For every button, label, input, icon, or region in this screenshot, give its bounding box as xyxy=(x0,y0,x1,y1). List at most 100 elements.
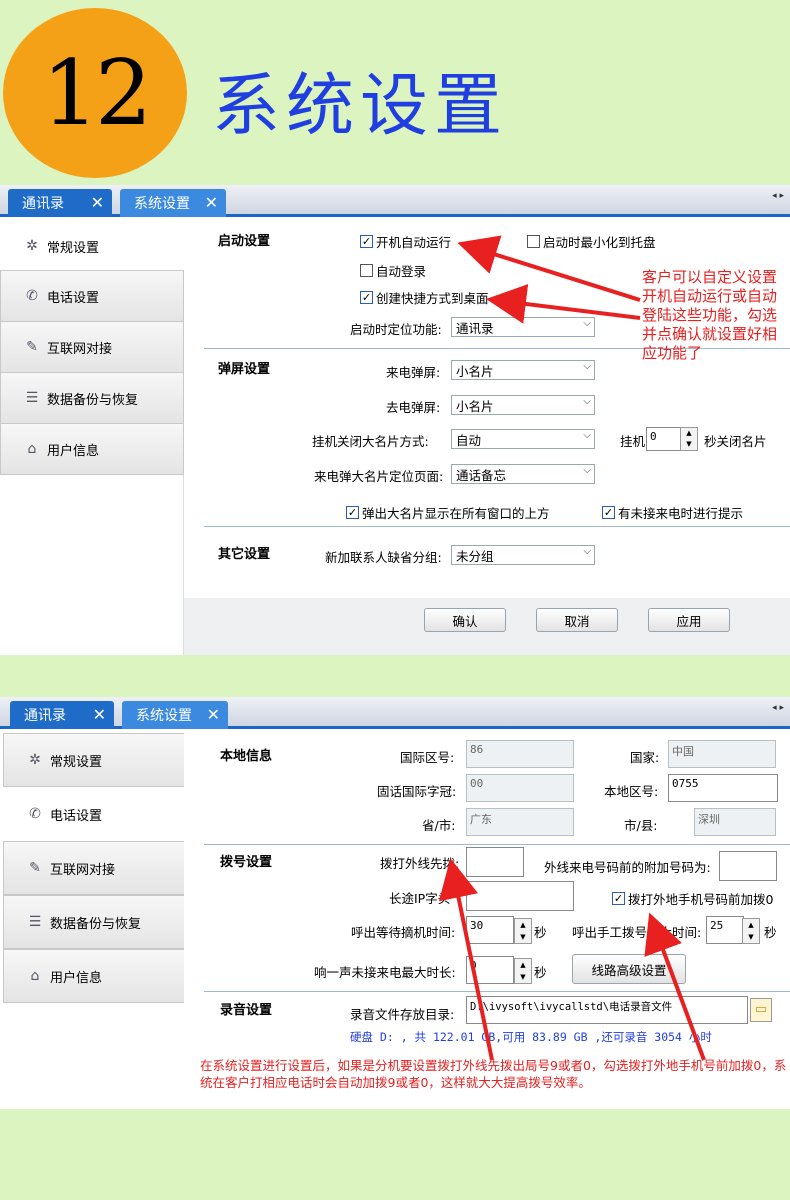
tab-label: 系统设置 xyxy=(136,708,192,724)
sidebar: ✲ 常规设置 ✆ 电话设置 ✎ 互联网对接 ☰ 数据备份与恢复 ⌂ 用户信息 xyxy=(0,733,187,1109)
close-card-label: 挂机关闭大名片方式: xyxy=(312,434,429,449)
sidebar-item-backup[interactable]: ☰ 数据备份与恢复 xyxy=(3,895,187,949)
manual-dial-stepper[interactable]: ▲ ▼ xyxy=(742,918,760,944)
unit-label: 秒 xyxy=(534,925,547,940)
home-icon: ⌂ xyxy=(27,441,37,457)
sidebar-item-internet[interactable]: ✎ 互联网对接 xyxy=(3,841,187,895)
checkbox-checked: ✓ xyxy=(612,892,625,905)
tab-system-settings[interactable]: 系统设置 ✕ xyxy=(122,701,228,729)
sidebar-item-label: 用户信息 xyxy=(47,443,100,459)
tab-bar: 通讯录 ✕ 系统设置 ✕ ◂ ▸ xyxy=(0,185,790,217)
area-code-field[interactable]: 0755 xyxy=(668,774,778,802)
home-icon: ⌂ xyxy=(30,968,40,984)
apply-button[interactable]: 应用 xyxy=(648,608,730,632)
locate-select[interactable]: 通讯录 ⌵ xyxy=(451,317,595,337)
gear-icon: ✲ xyxy=(26,238,38,254)
sidebar-item-phone[interactable]: ✆ 电话设置 xyxy=(0,270,184,322)
hangup-stepper[interactable]: ▲ ▼ xyxy=(680,427,698,451)
outside-line-label: 拨打外线先拨: xyxy=(380,856,460,871)
sidebar-item-general[interactable]: ✲ 常规设置 xyxy=(3,733,187,787)
minimize-tray-checkbox[interactable]: 启动时最小化到托盘 xyxy=(527,232,656,251)
close-icon[interactable]: ✕ xyxy=(91,193,104,212)
sidebar-item-backup[interactable]: ☰ 数据备份与恢复 xyxy=(0,372,184,424)
mobile-prefix-checkbox[interactable]: ✓ 拨打外地手机号码前加拨0 xyxy=(612,889,773,908)
sidebar-item-internet[interactable]: ✎ 互联网对接 xyxy=(0,321,184,373)
tab-scroll-arrows[interactable]: ◂ ▸ xyxy=(772,703,784,713)
record-dir-label: 录音文件存放目录: xyxy=(350,1007,455,1022)
select-value: 自动 xyxy=(456,432,482,448)
intl-prefix-field[interactable]: 00 xyxy=(466,774,574,802)
document-icon: ☰ xyxy=(28,914,42,930)
ip-prefix-input[interactable] xyxy=(466,881,574,911)
select-value: 通话备忘 xyxy=(456,467,507,483)
sidebar-item-label: 电话设置 xyxy=(47,290,100,306)
wait-time-stepper[interactable]: ▲ ▼ xyxy=(514,918,532,944)
divider xyxy=(204,844,790,845)
checkbox-label: 自动登录 xyxy=(376,264,427,279)
missed-call-checkbox[interactable]: ✓ 有未接来电时进行提示 xyxy=(602,503,743,522)
default-group-select[interactable]: 未分组 ⌵ xyxy=(451,545,595,565)
folder-icon[interactable]: ▭ xyxy=(750,998,772,1022)
chevron-down-icon: ⌵ xyxy=(583,430,591,441)
record-dir-input[interactable]: D:\ivysoft\ivycallstd\电话录音文件 xyxy=(466,996,748,1024)
wait-time-label: 呼出等待摘机时间: xyxy=(351,925,456,940)
on-top-checkbox[interactable]: ✓ 弹出大名片显示在所有窗口的上方 xyxy=(346,503,550,522)
banner: 12 系统设置 xyxy=(0,0,790,185)
extra-number-input[interactable] xyxy=(719,851,777,881)
phone-icon: ✆ xyxy=(26,288,38,304)
incoming-popup-select[interactable]: 小名片 ⌵ xyxy=(451,360,595,380)
province-field[interactable]: 广东 xyxy=(466,808,574,836)
close-card-select[interactable]: 自动 ⌵ xyxy=(451,429,595,449)
sidebar-item-label: 互联网对接 xyxy=(47,341,113,357)
section-title-local: 本地信息 xyxy=(220,749,273,764)
outgoing-popup-select[interactable]: 小名片 ⌵ xyxy=(451,395,595,415)
chevron-down-icon: ⌵ xyxy=(583,396,591,407)
close-icon[interactable]: ✕ xyxy=(207,705,220,724)
sidebar-item-user[interactable]: ⌂ 用户信息 xyxy=(0,423,184,475)
country-label: 国家: xyxy=(630,750,660,765)
select-value: 未分组 xyxy=(456,548,494,564)
section-title-popup: 弹屏设置 xyxy=(218,362,271,377)
section-title-startup: 启动设置 xyxy=(218,234,271,249)
country-code-field[interactable]: 86 xyxy=(466,740,574,768)
checkbox-unchecked xyxy=(360,264,373,277)
section-title-other: 其它设置 xyxy=(218,547,271,562)
tab-scroll-arrows[interactable]: ◂ ▸ xyxy=(772,191,784,201)
cancel-button[interactable]: 取消 xyxy=(536,608,618,632)
ring-once-stepper[interactable]: ▲ ▼ xyxy=(514,958,532,984)
close-icon[interactable]: ✕ xyxy=(93,705,106,724)
close-icon[interactable]: ✕ xyxy=(205,193,218,212)
tab-contacts[interactable]: 通讯录 ✕ xyxy=(8,189,112,217)
checkbox-label: 创建快捷方式到桌面 xyxy=(376,291,489,306)
card-page-select[interactable]: 通话备忘 ⌵ xyxy=(451,464,595,484)
area-code-label: 本地区号: xyxy=(604,784,659,799)
confirm-button[interactable]: 确认 xyxy=(424,608,506,632)
sidebar-item-label: 常规设置 xyxy=(50,754,103,770)
number-badge: 12 xyxy=(3,8,187,178)
auto-login-checkbox[interactable]: 自动登录 xyxy=(360,261,426,280)
divider xyxy=(204,991,790,992)
unit-label: 秒 xyxy=(764,925,777,940)
sidebar-item-phone[interactable]: ✆ 电话设置 xyxy=(3,787,187,841)
outside-line-input[interactable] xyxy=(466,847,524,877)
locate-label: 启动时定位功能: xyxy=(350,322,442,337)
ring-once-input[interactable]: 0 xyxy=(466,956,514,984)
wait-time-input[interactable]: 30 xyxy=(466,916,514,944)
auto-run-checkbox[interactable]: ✓ 开机自动运行 xyxy=(360,232,451,251)
annotation-note-startup: 客户可以自定义设置开机自动运行或自动登陆这些功能，勾选并点确认就设置好相应功能了 xyxy=(642,268,778,362)
tab-system-settings[interactable]: 系统设置 ✕ xyxy=(120,189,226,217)
phone-settings-panel: 本地信息 国际区号: 86 国家: 中国 固话国际字冠: 00 本地区号: 07… xyxy=(184,733,790,1109)
divider xyxy=(204,526,790,527)
sidebar-item-user[interactable]: ⌂ 用户信息 xyxy=(3,949,187,1003)
advanced-line-settings-button[interactable]: 线路高级设置 xyxy=(572,954,686,984)
manual-dial-input[interactable]: 25 xyxy=(706,916,744,944)
chevron-down-icon: ⌵ xyxy=(583,465,591,476)
sidebar-item-general[interactable]: ✲ 常规设置 xyxy=(0,220,184,272)
sidebar-item-label: 常规设置 xyxy=(47,240,100,256)
shortcut-checkbox[interactable]: ✓ 创建快捷方式到桌面 xyxy=(360,288,489,307)
ring-once-label: 响一声未接来电最大时长: xyxy=(314,965,456,980)
country-code-label: 国际区号: xyxy=(400,750,455,765)
tab-contacts[interactable]: 通讯录 ✕ xyxy=(10,701,114,729)
city-field[interactable]: 深圳 xyxy=(694,808,776,836)
country-field[interactable]: 中国 xyxy=(668,740,776,768)
